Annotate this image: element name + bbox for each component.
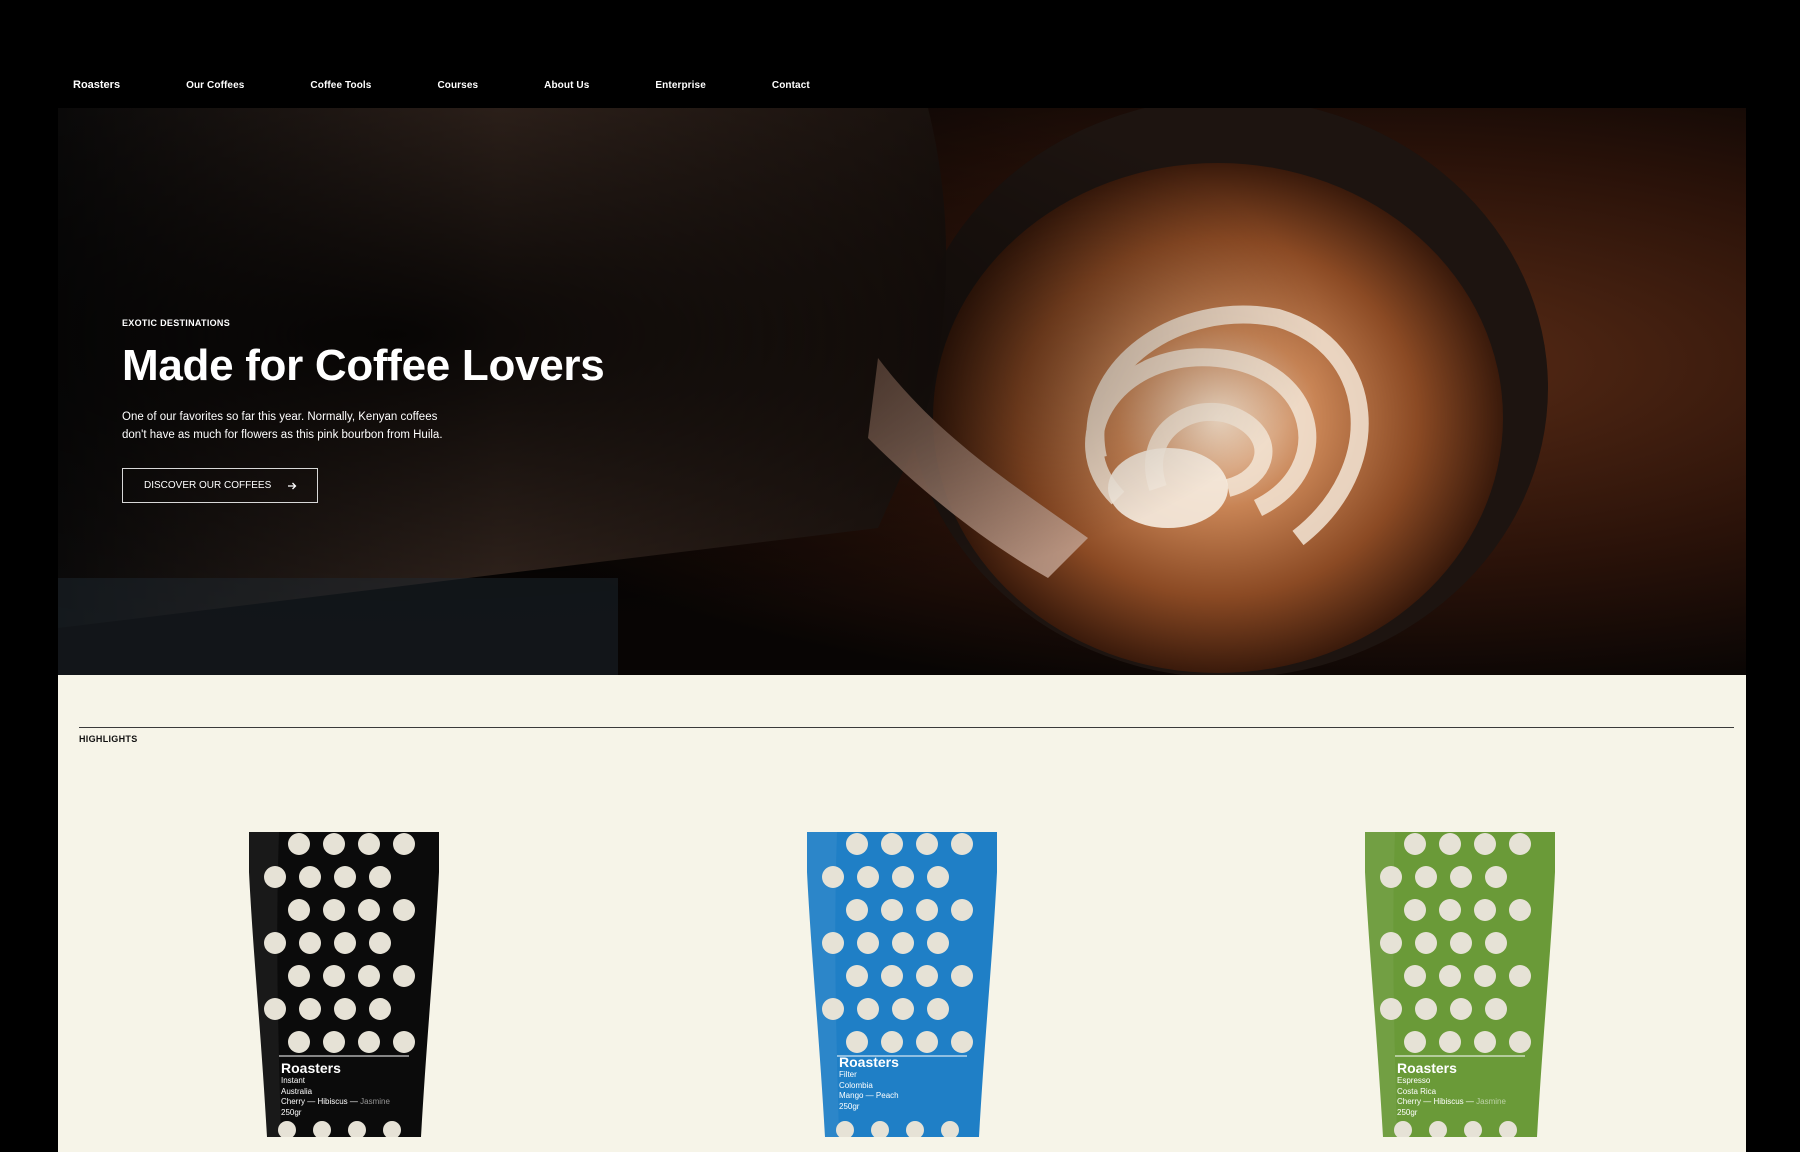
nav-contact[interactable]: Contact xyxy=(772,80,810,91)
hero-title: Made for Coffee Lovers xyxy=(122,341,605,390)
nav-coffee-tools[interactable]: Coffee Tools xyxy=(310,80,371,91)
bag-brand: Roasters xyxy=(281,1060,341,1076)
arrow-right-icon xyxy=(288,482,297,489)
bag-type: Filter xyxy=(839,1070,857,1079)
discover-coffees-label: DISCOVER OUR COFFEES xyxy=(144,480,272,491)
hero-description: One of our favorites so far this year. N… xyxy=(122,408,452,444)
bag-notes: Cherry — Hibiscus — Jasmine xyxy=(1397,1097,1506,1108)
hero-description-line-1: One of our favorites so far this year. N… xyxy=(122,411,438,423)
bag-brand: Roasters xyxy=(1397,1060,1457,1076)
bag-type: Instant xyxy=(281,1076,306,1085)
bag-origin: Australia xyxy=(281,1086,313,1096)
hero-section: EXOTIC DESTINATIONS Made for Coffee Love… xyxy=(58,108,1746,675)
brand-logo[interactable]: Roasters xyxy=(73,79,120,91)
bag-label: Roasters Filter Colombia Mango — Peach 2… xyxy=(839,1054,899,1112)
nav-courses[interactable]: Courses xyxy=(437,80,478,91)
bag-weight: 250gr xyxy=(839,1101,860,1111)
hero-description-line-2: don't have as much for flowers as this p… xyxy=(122,429,443,441)
bag-brand: Roasters xyxy=(839,1054,899,1070)
bag-notes-faint: Jasmine xyxy=(1476,1097,1506,1106)
nav-about-us[interactable]: About Us xyxy=(544,80,589,91)
highlights-section: HIGHLIGHTS Roasters Instant Australia Ch… xyxy=(58,675,1746,1152)
bag-origin: Colombia xyxy=(839,1080,873,1090)
bag-notes: Mango — Peach xyxy=(839,1091,899,1102)
bag-notes: Cherry — Hibiscus — Jasmine xyxy=(281,1097,390,1108)
bag-notes-faint: Jasmine xyxy=(360,1097,390,1106)
bag-weight: 250gr xyxy=(281,1107,302,1117)
bag-type: Espresso xyxy=(1397,1076,1431,1085)
top-nav: Roasters Our Coffees Coffee Tools Course… xyxy=(73,78,876,92)
bag-origin: Costa Rica xyxy=(1397,1086,1437,1096)
bag-notes-main: Mango — Peach xyxy=(839,1091,899,1100)
page-frame: Roasters Our Coffees Coffee Tools Course… xyxy=(58,0,1746,1152)
bag-notes-main: Cherry — Hibiscus — xyxy=(1397,1097,1477,1106)
section-divider xyxy=(79,727,1734,728)
coffee-bag-image xyxy=(807,832,997,1137)
hero-eyebrow: EXOTIC DESTINATIONS xyxy=(122,318,231,328)
hero-content: EXOTIC DESTINATIONS Made for Coffee Love… xyxy=(122,318,605,503)
nav-enterprise[interactable]: Enterprise xyxy=(655,80,705,91)
bag-label: Roasters Instant Australia Cherry — Hibi… xyxy=(281,1060,390,1118)
bag-label: Roasters Espresso Costa Rica Cherry — Hi… xyxy=(1397,1060,1506,1118)
product-card-filter[interactable]: Roasters Filter Colombia Mango — Peach 2… xyxy=(807,832,997,1137)
product-card-instant[interactable]: Roasters Instant Australia Cherry — Hibi… xyxy=(249,832,439,1137)
highlights-label: HIGHLIGHTS xyxy=(79,734,138,744)
discover-coffees-button[interactable]: DISCOVER OUR COFFEES xyxy=(122,468,319,503)
bag-notes-main: Cherry — Hibiscus — xyxy=(281,1097,361,1106)
bag-weight: 250gr xyxy=(1397,1107,1418,1117)
nav-our-coffees[interactable]: Our Coffees xyxy=(186,80,244,91)
product-card-espresso[interactable]: Roasters Espresso Costa Rica Cherry — Hi… xyxy=(1365,832,1555,1137)
